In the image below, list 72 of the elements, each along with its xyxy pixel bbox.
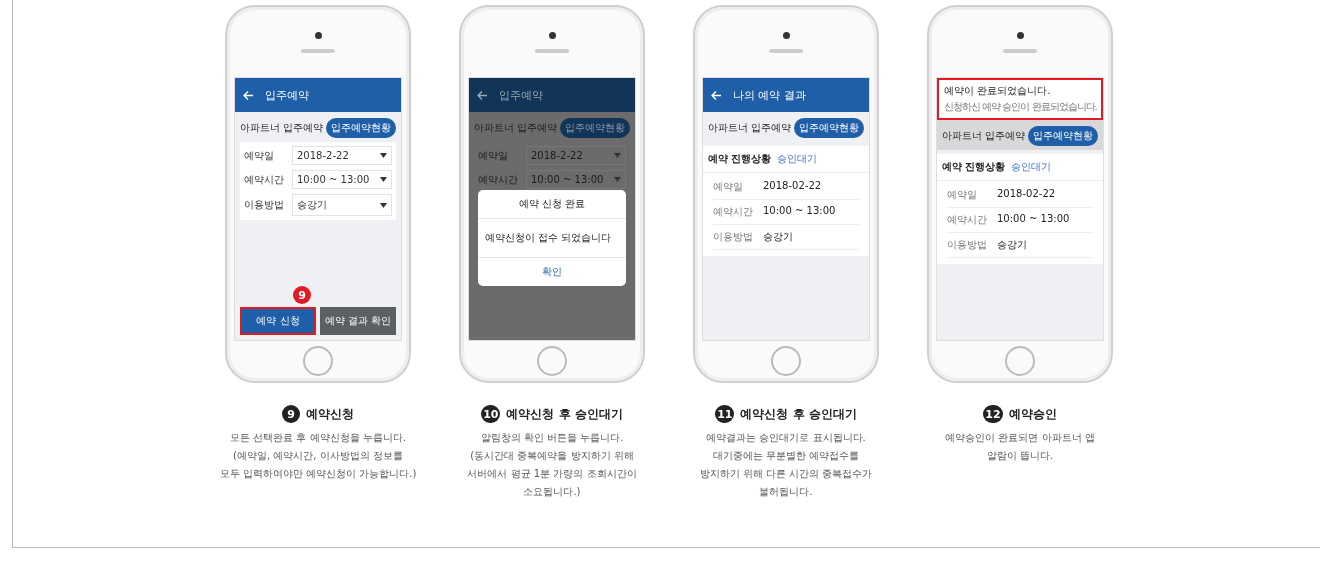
detail-value: 10:00 ~ 13:00 [997,213,1070,226]
reservation-status-button[interactable]: 입주예약현황 [326,118,396,138]
dropdown-field[interactable]: 2018-2-22 [526,146,626,165]
status-label: 예약 진행상황 [708,152,772,166]
field-label: 예약일 [478,148,509,163]
field-label: 이용방법 [244,198,285,212]
screen-title: 입주예약 [499,87,543,103]
reservation-status-button[interactable]: 입주예약현황 [1028,126,1098,146]
dropdown-caret-icon [380,202,387,208]
dropdown-caret-icon [380,153,387,158]
section-title: 아파트너 입주예약 [942,129,1026,143]
detail-label: 예약시간 [713,205,753,219]
step-title: 예약신청 후 승인대기 [740,405,857,423]
camera-dot [548,31,556,39]
speaker-slot [1003,48,1037,53]
step-number: 9 [282,405,300,423]
result-button[interactable]: 예약 결과 확인 [320,307,396,335]
detail-label: 이용방법 [713,230,753,244]
detail-value: 2018-02-22 [763,180,822,193]
confirm-button[interactable]: 확인 [478,258,626,286]
step-number: 10 [481,405,501,423]
step-title: 예약신청 [306,405,354,423]
back-arrow-icon[interactable] [477,90,487,100]
step-description: 알림창의 확인 버튼을 누릅니다. (동시간대 중복예약을 방지하기 위해 서버에서 평균 1분 가량의 조회시간이 소요됩니다.) [467,431,637,499]
reservation-status-button[interactable]: 입주예약현황 [560,118,630,138]
detail-label: 예약일 [947,188,978,202]
step-description: 예약결과는 승인대기로 표시됩니다. 대기중에는 무분별한 예약접수를 방지하기 위해 다른 시간의 중복접수가 불허됩니다. [699,431,873,499]
dropdown-caret-icon [614,153,621,158]
step-title: 예약승인 [1008,405,1057,423]
speaker-slot [769,48,803,53]
field-label: 예약시간 [244,172,285,187]
detail-label: 예약시간 [947,213,987,227]
section-title: 아파트너 입주예약 [240,121,324,135]
step-marker: 9 [293,286,311,304]
notification-title: 예약이 완료되었습니다. [944,84,1052,98]
dropdown-field[interactable]: 승강기 [292,194,392,216]
dropdown-caret-icon [380,177,387,182]
step-description: 예약승인이 완료되면 아파트너 앱 알람이 뜹니다. [945,431,1095,463]
camera-dot [1016,31,1024,39]
section-title: 아파트너 입주예약 [708,121,792,135]
dialog-message: 예약신청이 접수 되었습니다 [478,219,626,258]
push-notification[interactable]: 예약이 완료되었습니다. 신청하신 예약 승인이 완료되었습니다. [937,78,1103,120]
status-label: 예약 진행상황 [942,160,1006,174]
detail-value: 10:00 ~ 13:00 [763,205,836,218]
camera-dot [782,31,790,39]
detail-value: 2018-02-22 [997,188,1056,201]
dropdown-field[interactable]: 10:00 ~ 13:00 [526,170,626,189]
status-value: 승인대기 [1011,160,1052,174]
field-label: 예약일 [244,148,275,163]
section-title: 아파트너 입주예약 [474,121,558,135]
detail-label: 이용방법 [947,238,987,252]
step-number: 12 [983,405,1003,423]
step-title: 예약신청 후 승인대기 [506,405,623,423]
screen-title: 나의 예약 결과 [733,87,806,103]
field-label: 예약시간 [478,172,519,187]
detail-value: 승강기 [997,238,1027,252]
notification-message: 신청하신 예약 승인이 완료되었습니다. [944,100,1097,114]
dialog-title: 예약 신청 완료 [478,190,626,219]
step-number: 11 [715,405,735,423]
dropdown-field[interactable]: 2018-2-22 [292,146,392,165]
submit-button[interactable]: 예약 신청 [240,307,316,335]
reservation-status-button[interactable]: 입주예약현황 [794,118,864,138]
speaker-slot [301,48,335,53]
screen-title: 입주예약 [265,87,309,103]
dropdown-field[interactable]: 10:00 ~ 13:00 [292,170,392,189]
detail-label: 예약일 [713,180,744,194]
speaker-slot [535,48,569,53]
status-value: 승인대기 [777,152,818,166]
detail-value: 승강기 [763,230,793,244]
camera-dot [314,31,322,39]
dropdown-caret-icon [614,177,621,182]
step-description: 모든 선택완료 후 예약신청을 누릅니다. (예약일, 예약시간, 이사방법의 정보를 모두 입력하여야만 예약신청이 가능합니다.) [219,431,417,481]
